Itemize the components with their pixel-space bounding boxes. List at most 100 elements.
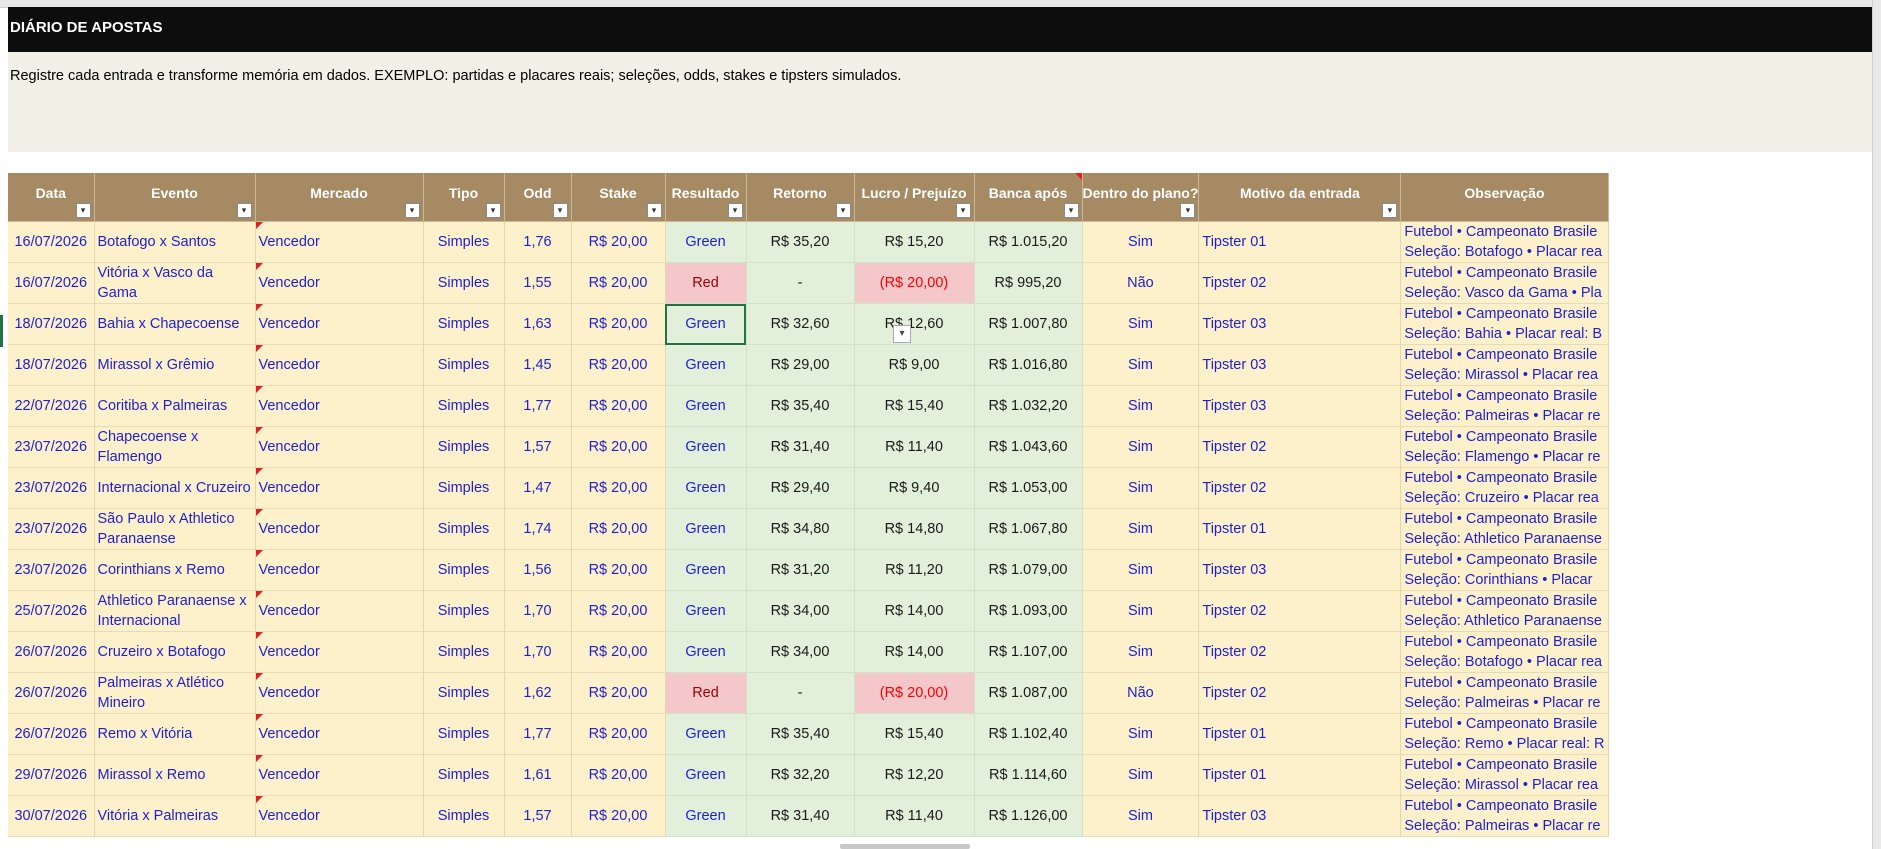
- cell-date[interactable]: 26/07/2026: [8, 672, 95, 714]
- cell-stake[interactable]: R$ 20,00: [571, 631, 666, 673]
- cell-bank-after[interactable]: R$ 1.087,00: [974, 672, 1083, 714]
- cell-result[interactable]: Green: [665, 385, 747, 427]
- cell-bank-after[interactable]: R$ 1.016,80: [974, 344, 1083, 386]
- cell-return[interactable]: R$ 29,00: [746, 344, 855, 386]
- cell-in-plan[interactable]: Sim: [1082, 344, 1200, 386]
- cell-in-plan[interactable]: Sim: [1082, 303, 1200, 345]
- cell-note[interactable]: Futebol • Campeonato Brasile Seleção: Bah…: [1400, 303, 1609, 345]
- cell-return[interactable]: R$ 31,40: [746, 795, 855, 837]
- cell-date[interactable]: 16/07/2026: [8, 262, 95, 304]
- cell-date[interactable]: 22/07/2026: [8, 385, 95, 427]
- cell-note[interactable]: Futebol • Campeonato Brasile Seleção: Cor…: [1400, 549, 1609, 591]
- cell-market[interactable]: Vencedor: [255, 631, 424, 673]
- cell-reason[interactable]: Tipster 03: [1198, 795, 1402, 837]
- cell-event[interactable]: Mirassol x Grêmio: [94, 344, 256, 386]
- column-header-odd[interactable]: Odd ▾: [504, 173, 572, 222]
- cell-return[interactable]: R$ 35,20: [746, 221, 855, 263]
- cell-note[interactable]: Futebol • Campeonato Brasile Seleção: Rem…: [1400, 713, 1609, 755]
- cell-profit-loss[interactable]: R$ 11,40: [854, 426, 975, 468]
- cell-return[interactable]: R$ 35,40: [746, 713, 855, 755]
- cell-odd[interactable]: 1,63: [504, 303, 572, 345]
- filter-dropdown-icon[interactable]: ▾: [404, 203, 420, 218]
- cell-type[interactable]: Simples: [423, 303, 505, 345]
- cell-event[interactable]: Athletico Paranaense x Internacional: [94, 590, 256, 632]
- cell-market[interactable]: Vencedor: [255, 426, 424, 468]
- cell-event[interactable]: Palmeiras x Atlético Mineiro: [94, 672, 256, 714]
- cell-note[interactable]: Futebol • Campeonato Brasile Seleção: Cru…: [1400, 467, 1609, 509]
- filter-dropdown-icon[interactable]: ▾: [727, 203, 743, 218]
- cell-date[interactable]: 23/07/2026: [8, 467, 95, 509]
- cell-reason[interactable]: Tipster 01: [1198, 713, 1402, 755]
- cell-type[interactable]: Simples: [423, 344, 505, 386]
- cell-bank-after[interactable]: R$ 1.032,20: [974, 385, 1083, 427]
- cell-date[interactable]: 18/07/2026: [8, 303, 95, 345]
- cell-bank-after[interactable]: R$ 1.093,00: [974, 590, 1083, 632]
- cell-type[interactable]: Simples: [423, 467, 505, 509]
- cell-odd[interactable]: 1,55: [504, 262, 572, 304]
- cell-result[interactable]: Green: [665, 549, 747, 591]
- cell-type[interactable]: Simples: [423, 754, 505, 796]
- cell-type[interactable]: Simples: [423, 672, 505, 714]
- cell-market[interactable]: Vencedor: [255, 262, 424, 304]
- cell-return[interactable]: R$ 32,60: [746, 303, 855, 345]
- column-header-reason[interactable]: Motivo da entrada ▾: [1198, 173, 1402, 222]
- cell-return[interactable]: -: [746, 262, 855, 304]
- cell-profit-loss[interactable]: R$ 14,00: [854, 631, 975, 673]
- cell-type[interactable]: Simples: [423, 590, 505, 632]
- cell-reason[interactable]: Tipster 02: [1198, 631, 1402, 673]
- cell-result[interactable]: Green: [665, 344, 747, 386]
- cell-stake[interactable]: R$ 20,00: [571, 344, 666, 386]
- cell-note[interactable]: Futebol • Campeonato Brasile Seleção: Ath…: [1400, 508, 1609, 550]
- cell-result[interactable]: Green: [665, 303, 747, 345]
- cell-event[interactable]: Mirassol x Remo: [94, 754, 256, 796]
- cell-date[interactable]: 30/07/2026: [8, 795, 95, 837]
- cell-date[interactable]: 26/07/2026: [8, 631, 95, 673]
- cell-odd[interactable]: 1,62: [504, 672, 572, 714]
- cell-result[interactable]: Red: [665, 262, 747, 304]
- cell-result[interactable]: Green: [665, 426, 747, 468]
- cell-stake[interactable]: R$ 20,00: [571, 426, 666, 468]
- validation-dropdown-icon[interactable]: ▾: [893, 325, 911, 343]
- cell-note[interactable]: Futebol • Campeonato Brasile Seleção: Bot…: [1400, 631, 1609, 673]
- cell-note[interactable]: Futebol • Campeonato Brasile Seleção: Pal…: [1400, 385, 1609, 427]
- cell-note[interactable]: Futebol • Campeonato Brasile Seleção: Pal…: [1400, 672, 1609, 714]
- column-header-in-plan[interactable]: Dentro do plano? ▾: [1082, 173, 1200, 222]
- cell-return[interactable]: R$ 34,00: [746, 590, 855, 632]
- cell-bank-after[interactable]: R$ 1.079,00: [974, 549, 1083, 591]
- cell-stake[interactable]: R$ 20,00: [571, 262, 666, 304]
- cell-profit-loss[interactable]: R$ 11,20: [854, 549, 975, 591]
- cell-profit-loss[interactable]: R$ 15,40: [854, 713, 975, 755]
- cell-stake[interactable]: R$ 20,00: [571, 385, 666, 427]
- cell-reason[interactable]: Tipster 03: [1198, 549, 1402, 591]
- cell-result[interactable]: Green: [665, 508, 747, 550]
- cell-note[interactable]: Futebol • Campeonato Brasile Seleção: Bot…: [1400, 221, 1609, 263]
- cell-date[interactable]: 18/07/2026: [8, 344, 95, 386]
- column-header-market[interactable]: Mercado ▾: [255, 173, 424, 222]
- filter-dropdown-icon[interactable]: ▾: [485, 203, 501, 218]
- cell-note[interactable]: Futebol • Campeonato Brasile Seleção: Pal…: [1400, 795, 1609, 837]
- cell-event[interactable]: Coritiba x Palmeiras: [94, 385, 256, 427]
- cell-profit-loss[interactable]: R$ 14,80: [854, 508, 975, 550]
- cell-event[interactable]: Internacional x Cruzeiro: [94, 467, 256, 509]
- column-header-profit-loss[interactable]: Lucro / Prejuízo ▾: [854, 173, 975, 222]
- cell-odd[interactable]: 1,76: [504, 221, 572, 263]
- column-header-result[interactable]: Resultado ▾: [665, 173, 747, 222]
- cell-reason[interactable]: Tipster 02: [1198, 467, 1402, 509]
- cell-profit-loss[interactable]: (R$ 20,00): [854, 672, 975, 714]
- cell-bank-after[interactable]: R$ 1.015,20: [974, 221, 1083, 263]
- cell-event[interactable]: Vitória x Palmeiras: [94, 795, 256, 837]
- cell-date[interactable]: 23/07/2026: [8, 426, 95, 468]
- cell-result[interactable]: Green: [665, 221, 747, 263]
- cell-type[interactable]: Simples: [423, 426, 505, 468]
- filter-dropdown-icon[interactable]: ▾: [1063, 203, 1079, 218]
- cell-bank-after[interactable]: R$ 1.053,00: [974, 467, 1083, 509]
- cell-reason[interactable]: Tipster 02: [1198, 672, 1402, 714]
- cell-bank-after[interactable]: R$ 1.114,60: [974, 754, 1083, 796]
- cell-in-plan[interactable]: Não: [1082, 262, 1200, 304]
- cell-event[interactable]: Cruzeiro x Botafogo: [94, 631, 256, 673]
- cell-profit-loss[interactable]: R$ 14,00: [854, 590, 975, 632]
- column-header-note[interactable]: Observação: [1400, 173, 1609, 222]
- filter-dropdown-icon[interactable]: ▾: [1382, 203, 1398, 218]
- column-header-date[interactable]: Data ▾: [8, 173, 95, 222]
- cell-stake[interactable]: R$ 20,00: [571, 467, 666, 509]
